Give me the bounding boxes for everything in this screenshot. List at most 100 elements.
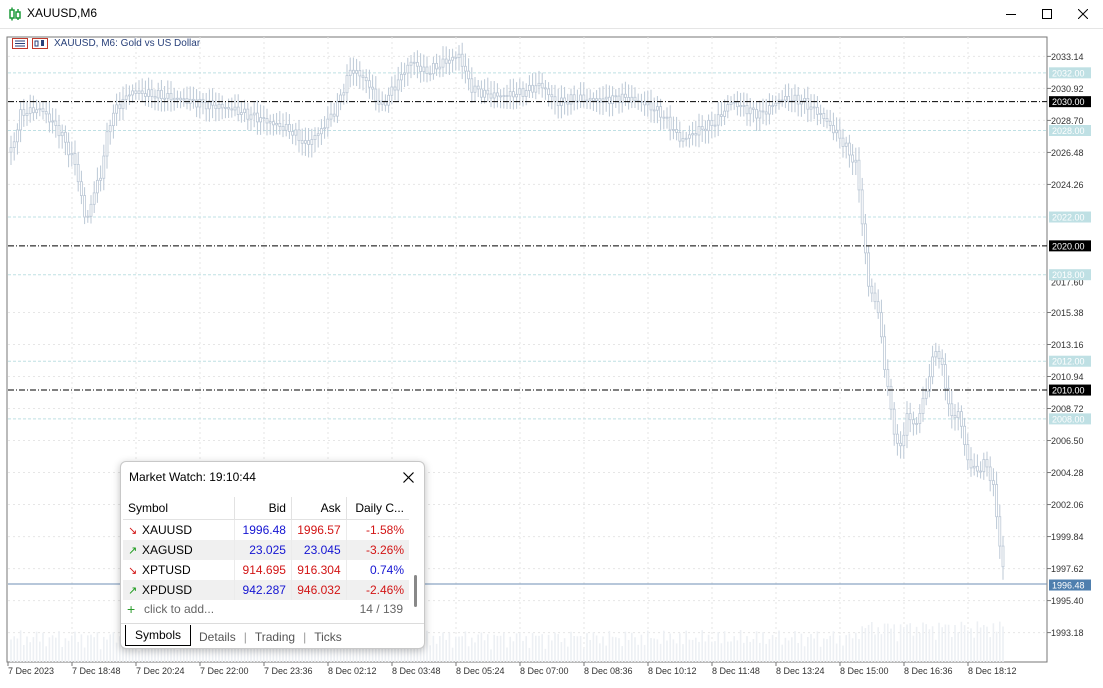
current-price-label: 1996.48	[1052, 581, 1085, 591]
candle-body	[720, 114, 723, 117]
black-level-label: 2020.00	[1052, 241, 1085, 251]
market-watch-close-button[interactable]	[399, 468, 417, 486]
candle-body	[883, 336, 886, 370]
candle-body	[96, 179, 99, 194]
list-icon[interactable]	[12, 37, 28, 49]
candle-body	[358, 70, 362, 77]
candle-body	[451, 56, 455, 61]
candle-body	[300, 140, 304, 144]
candle-body	[947, 387, 950, 405]
candle-body	[115, 104, 118, 114]
candle-body	[172, 97, 176, 101]
table-row[interactable]: ↘ XAUUSD 1996.48 1996.57 -1.58%	[123, 519, 409, 540]
minimize-icon	[1006, 14, 1016, 15]
candle-body	[550, 94, 554, 98]
candle-body	[236, 106, 240, 115]
time-tick-label: 8 Dec 05:24	[456, 666, 505, 676]
candle-body	[681, 138, 685, 142]
column-header-bid[interactable]: Bid	[234, 497, 292, 520]
candle-body	[595, 98, 598, 101]
candle-body	[918, 413, 922, 424]
candle-body	[944, 364, 947, 389]
candle-body	[393, 86, 397, 91]
tab-ticks[interactable]: Ticks	[306, 628, 350, 646]
candle-body	[415, 61, 419, 67]
candle-body	[780, 99, 784, 102]
candle-body	[15, 129, 19, 143]
level-label: 2022.00	[1052, 213, 1085, 223]
candle-body	[431, 63, 435, 75]
candle-body	[198, 98, 202, 108]
table-row[interactable]: ↗ XAGUSD 23.025 23.045 -3.26%	[123, 540, 409, 560]
market-watch-scrollbar[interactable]	[412, 497, 420, 619]
column-header-symbol[interactable]: Symbol	[123, 497, 235, 520]
candle-body	[742, 105, 746, 107]
candle-body	[736, 101, 739, 108]
candle-body	[406, 64, 410, 74]
tab-symbols[interactable]: Symbols	[125, 624, 192, 646]
candle-body	[367, 80, 371, 88]
candle-body	[166, 93, 170, 99]
time-tick-label: 7 Dec 22:00	[200, 666, 249, 676]
price-tick-label: 2006.50	[1051, 436, 1084, 446]
chart-window-icon[interactable]	[32, 37, 48, 49]
candle-body	[899, 442, 902, 447]
table-row[interactable]: ↗ XPDUSD 942.287 946.032 -2.46%	[123, 580, 409, 600]
add-symbol-row[interactable]: + click to add... 14 / 139	[123, 598, 409, 620]
candle-body	[579, 94, 582, 102]
candle-body	[310, 139, 314, 145]
candle-body	[940, 357, 944, 365]
candle-body	[870, 285, 874, 294]
candle-body	[921, 397, 925, 414]
candle-body	[412, 61, 416, 64]
candle-body	[912, 419, 915, 425]
candle-body	[48, 113, 51, 123]
time-tick-label: 7 Dec 20:24	[136, 666, 185, 676]
candle-body	[265, 118, 269, 124]
candle-body	[112, 112, 115, 127]
candle-body	[646, 102, 650, 106]
close-button[interactable]	[1060, 0, 1103, 28]
candle-body	[291, 131, 295, 136]
price-tick-label: 2008.72	[1051, 404, 1084, 414]
candle-body	[931, 356, 934, 378]
column-header-ask[interactable]: Ask	[291, 497, 347, 520]
candle-body	[147, 89, 151, 97]
candle-body	[332, 113, 336, 117]
market-watch-panel[interactable]: Market Watch: 19:10:44 Symbol Bid Ask Da…	[120, 461, 425, 649]
candle-body	[92, 192, 96, 205]
candle-body	[159, 89, 163, 99]
candle-body	[204, 101, 208, 110]
candle-body	[268, 121, 272, 124]
scrollbar-thumb[interactable]	[414, 575, 417, 607]
candle-body	[259, 117, 263, 123]
candle-body	[60, 131, 64, 137]
candle-body	[502, 95, 506, 97]
candle-body	[505, 95, 509, 97]
table-row[interactable]: ↘ XPTUSD 914.695 916.304 0.74%	[123, 560, 409, 580]
column-header-daily-change[interactable]: Daily C...	[346, 497, 409, 520]
candle-body	[950, 403, 954, 416]
candle-body	[566, 101, 570, 105]
candle-body	[649, 102, 653, 111]
candle-body	[220, 103, 224, 109]
candle-body	[140, 90, 144, 94]
candle-body	[35, 109, 38, 114]
symbol-count: 14 / 139	[359, 602, 403, 616]
candle-body	[924, 390, 928, 399]
candle-body	[937, 351, 941, 359]
candle-body	[89, 203, 93, 217]
candle-body	[896, 433, 899, 444]
tab-details[interactable]: Details	[191, 628, 244, 646]
candle-body	[992, 480, 995, 485]
candle-body	[182, 98, 186, 101]
candle-body	[675, 129, 678, 133]
chart-header: XAUUSD, M6: Gold vs US Dollar	[12, 36, 200, 50]
candle-body	[479, 88, 483, 98]
candle-body	[156, 89, 160, 99]
tab-trading[interactable]: Trading	[247, 628, 303, 646]
time-tick-label: 8 Dec 08:36	[584, 666, 633, 676]
candle-body	[988, 466, 992, 482]
candle-body	[572, 94, 576, 102]
candle-body	[399, 73, 403, 81]
